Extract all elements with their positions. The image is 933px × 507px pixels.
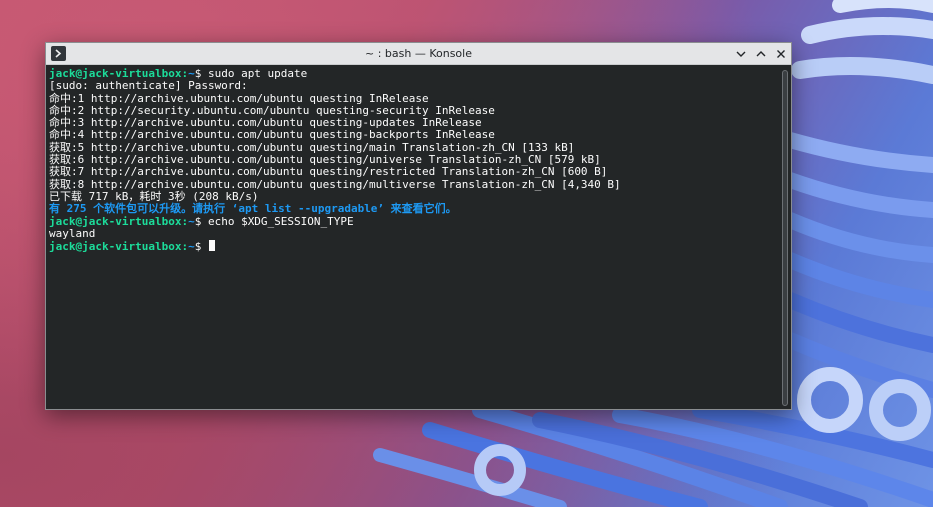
minimize-button[interactable] <box>732 45 750 63</box>
chevron-down-icon <box>736 51 746 57</box>
line-text: 获取:8 http://archive.ubuntu.com/ubuntu qu… <box>49 177 621 191</box>
line-text: 有 275 个软件包可以升级。请执行 ‘apt list --upgradabl… <box>49 202 457 216</box>
line-text: 获取:5 http://archive.ubuntu.com/ubuntu qu… <box>49 140 575 154</box>
konsole-window[interactable]: ~ : bash — Konsole jack@jack-virtualbox:… <box>45 42 792 410</box>
title-bar[interactable]: ~ : bash — Konsole <box>46 43 791 65</box>
prompt-symbol: $ <box>194 240 208 254</box>
prompt-path: ~ <box>188 214 195 228</box>
prompt-path: ~ <box>188 67 195 80</box>
text-cursor <box>208 240 215 252</box>
line-text: wayland <box>49 226 96 240</box>
prompt-path: ~ <box>188 240 195 254</box>
line-text: 命中:2 http://security.ubuntu.com/ubuntu q… <box>49 103 495 117</box>
close-icon <box>777 50 785 58</box>
prompt-user: jack@jack-virtualbox <box>49 240 182 254</box>
command-text: sudo apt update <box>207 67 308 80</box>
scrollbar-thumb[interactable] <box>782 70 788 406</box>
line-text: 命中:1 http://archive.ubuntu.com/ubuntu qu… <box>49 91 429 105</box>
window-title: ~ : bash — Konsole <box>365 47 472 60</box>
scrollbar[interactable] <box>779 66 791 409</box>
terminal-output[interactable]: jack@jack-virtualbox:~$ sudo apt update[… <box>46 66 779 409</box>
prompt-symbol: $ <box>194 67 208 80</box>
output-line: wayland <box>49 226 779 240</box>
maximize-button[interactable] <box>752 45 770 63</box>
line-text: 命中:4 http://archive.ubuntu.com/ubuntu qu… <box>49 128 495 142</box>
prompt-line: jack@jack-virtualbox:~$ <box>49 240 779 254</box>
prompt-line: jack@jack-virtualbox:~$ echo $XDG_SESSIO… <box>49 214 779 228</box>
prompt-symbol: $ <box>194 214 208 228</box>
line-text: 获取:6 http://archive.ubuntu.com/ubuntu qu… <box>49 153 601 167</box>
command-text: echo $XDG_SESSION_TYPE <box>207 214 354 228</box>
chevron-up-icon <box>756 51 766 57</box>
line-text: [sudo: authenticate] Password: <box>49 79 248 93</box>
close-button[interactable] <box>772 45 790 63</box>
line-text: 获取:7 http://archive.ubuntu.com/ubuntu qu… <box>49 165 608 179</box>
prompt-user: jack@jack-virtualbox <box>49 214 182 228</box>
prompt-user: jack@jack-virtualbox <box>49 67 182 80</box>
desktop-wallpaper: ~ : bash — Konsole jack@jack-virtualbox:… <box>0 0 933 507</box>
